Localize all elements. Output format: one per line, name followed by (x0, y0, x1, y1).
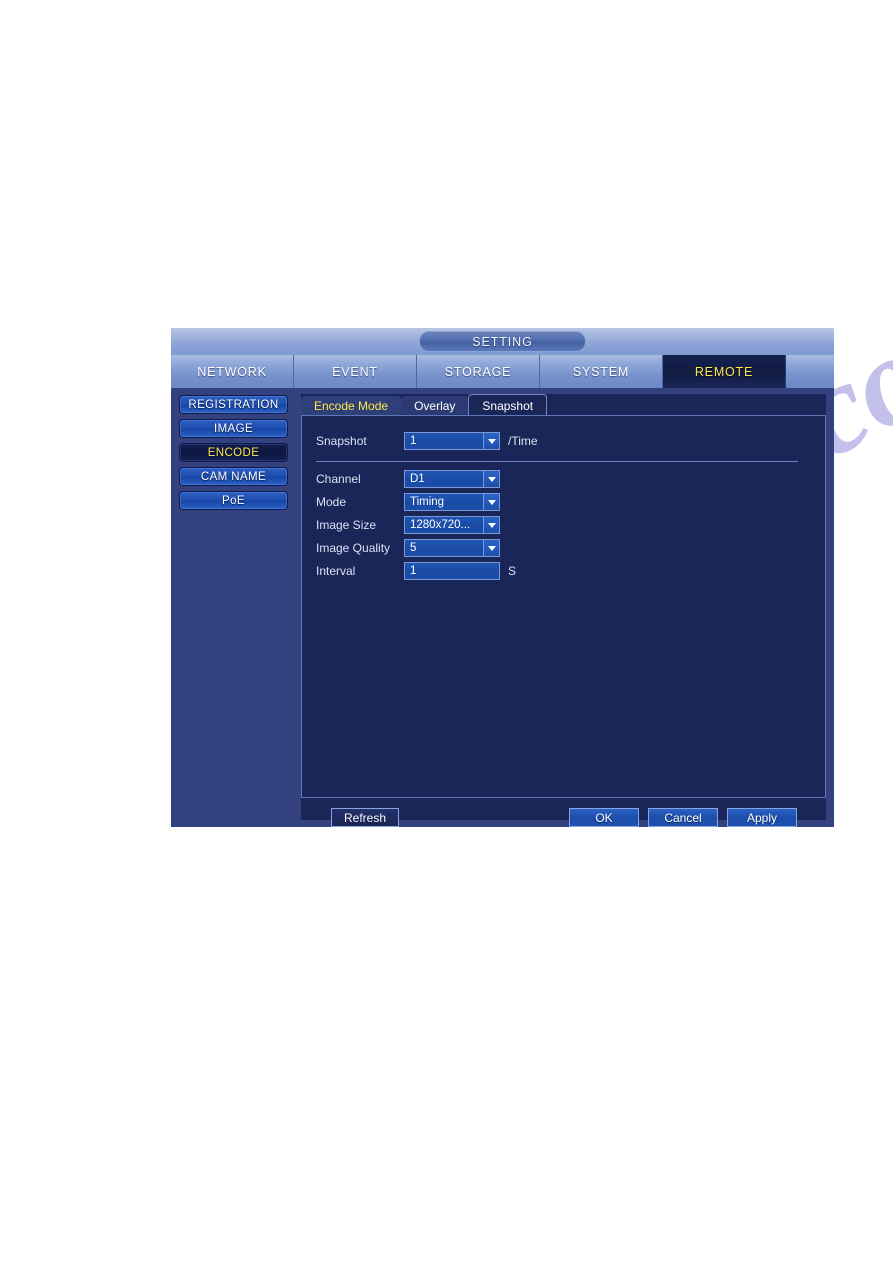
top-tab-bar: NETWORK EVENT STORAGE SYSTEM REMOTE (171, 355, 834, 388)
sidebar-item-encode[interactable]: ENCODE (179, 443, 288, 462)
form-separator (316, 461, 798, 462)
interval-input[interactable]: 1 (404, 562, 500, 580)
sidebar-item-registration[interactable]: REGISTRATION (179, 395, 288, 414)
tab-bar-filler (786, 355, 834, 388)
setting-window: SETTING NETWORK EVENT STORAGE SYSTEM REM… (171, 328, 834, 827)
image-size-value: 1280x720... (410, 519, 471, 531)
inner-tab-bar: Encode Mode Overlay Snapshot (301, 394, 826, 416)
tab-encode-mode[interactable]: Encode Mode (301, 396, 402, 416)
chevron-down-icon[interactable] (483, 517, 499, 533)
row-snapshot: Snapshot 1 /Time (316, 431, 538, 451)
row-interval: Interval 1 S (316, 561, 516, 581)
chevron-down-icon[interactable] (483, 540, 499, 556)
sidebar: REGISTRATION IMAGE ENCODE CAM NAME PoE (179, 395, 288, 515)
tab-snapshot[interactable]: Snapshot (468, 394, 548, 416)
chevron-down-icon[interactable] (483, 494, 499, 510)
label-channel: Channel (316, 472, 361, 486)
row-mode: Mode Timing (316, 492, 500, 512)
window-body: REGISTRATION IMAGE ENCODE CAM NAME PoE E… (171, 388, 834, 827)
image-quality-select[interactable]: 5 (404, 539, 500, 557)
sidebar-item-poe[interactable]: PoE (179, 491, 288, 510)
mode-value: Timing (410, 496, 445, 508)
ok-button[interactable]: OK (569, 808, 639, 827)
row-image-quality: Image Quality 5 (316, 538, 500, 558)
tab-system[interactable]: SYSTEM (540, 355, 663, 388)
sidebar-item-cam-name[interactable]: CAM NAME (179, 467, 288, 486)
label-image-size: Image Size (316, 518, 377, 532)
label-mode: Mode (316, 495, 347, 509)
interval-unit: S (508, 564, 517, 578)
tab-network[interactable]: NETWORK (171, 355, 294, 388)
tab-remote[interactable]: REMOTE (663, 355, 786, 388)
window-titlebar: SETTING (171, 328, 834, 355)
footer-button-bar: Refresh OK Cancel Apply (301, 808, 826, 832)
mode-select[interactable]: Timing (404, 493, 500, 511)
chevron-down-icon[interactable] (483, 433, 499, 449)
row-image-size: Image Size 1280x720... (316, 515, 500, 535)
label-image-quality: Image Quality (316, 541, 391, 555)
cancel-button[interactable]: Cancel (648, 808, 718, 827)
chevron-down-icon[interactable] (483, 471, 499, 487)
refresh-button[interactable]: Refresh (331, 808, 399, 827)
channel-value: D1 (410, 473, 425, 485)
tab-overlay[interactable]: Overlay (401, 396, 469, 416)
image-size-select[interactable]: 1280x720... (404, 516, 500, 534)
tab-storage[interactable]: STORAGE (417, 355, 540, 388)
interval-value: 1 (410, 565, 417, 577)
apply-button[interactable]: Apply (727, 808, 797, 827)
label-interval: Interval (316, 564, 356, 578)
label-snapshot: Snapshot (316, 434, 367, 448)
snapshot-unit: /Time (508, 434, 538, 448)
content-panel: Encode Mode Overlay Snapshot Snapshot 1 … (301, 394, 826, 827)
tab-event[interactable]: EVENT (294, 355, 417, 388)
sidebar-item-image[interactable]: IMAGE (179, 419, 288, 438)
snapshot-form-panel: Snapshot 1 /Time Channel D1 Mode Timing … (301, 415, 826, 798)
page-title: SETTING (419, 331, 586, 352)
channel-select[interactable]: D1 (404, 470, 500, 488)
image-quality-value: 5 (410, 542, 417, 554)
row-channel: Channel D1 (316, 469, 500, 489)
snapshot-select[interactable]: 1 (404, 432, 500, 450)
snapshot-value: 1 (410, 435, 417, 447)
